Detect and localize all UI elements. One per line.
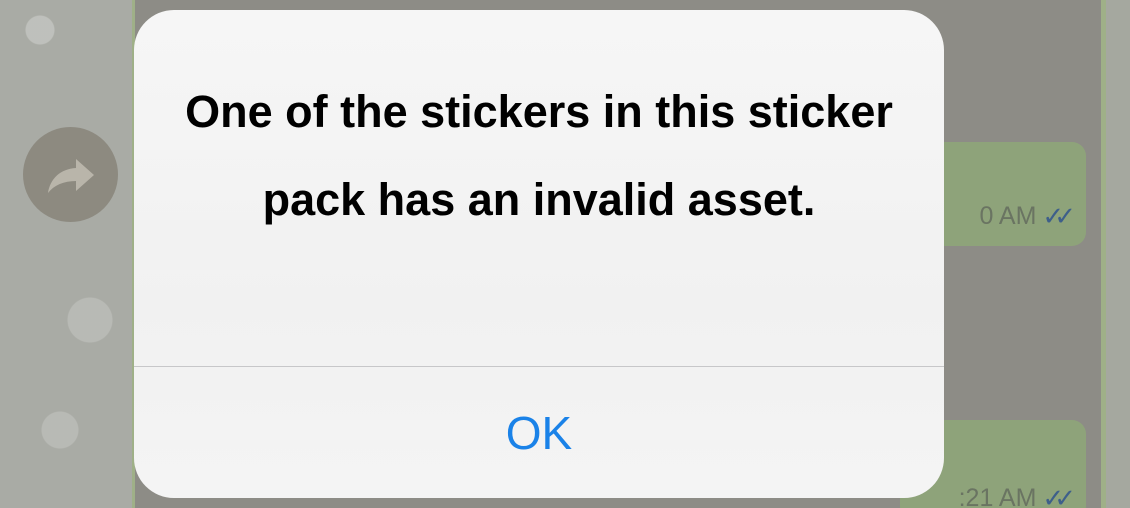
message-time: :21 AM bbox=[958, 484, 1037, 508]
screen: 0 AM ✓✓ :21 AM ✓✓ One of the stickers in… bbox=[0, 0, 1130, 508]
ok-button[interactable]: OK bbox=[134, 367, 944, 498]
double-check-icon: ✓✓ bbox=[1042, 201, 1075, 231]
double-check-icon: ✓✓ bbox=[1042, 483, 1075, 508]
message-time: 0 AM bbox=[979, 202, 1037, 230]
alert-message: One of the stickers in this sticker pack… bbox=[185, 86, 893, 225]
message-meta: 0 AM ✓✓ bbox=[979, 201, 1075, 232]
scroll-edge bbox=[1104, 0, 1130, 508]
forward-arrow-icon bbox=[47, 158, 94, 193]
forward-button[interactable] bbox=[23, 127, 118, 222]
message-meta: :21 AM ✓✓ bbox=[958, 483, 1076, 508]
alert-dialog: One of the stickers in this sticker pack… bbox=[134, 10, 944, 498]
